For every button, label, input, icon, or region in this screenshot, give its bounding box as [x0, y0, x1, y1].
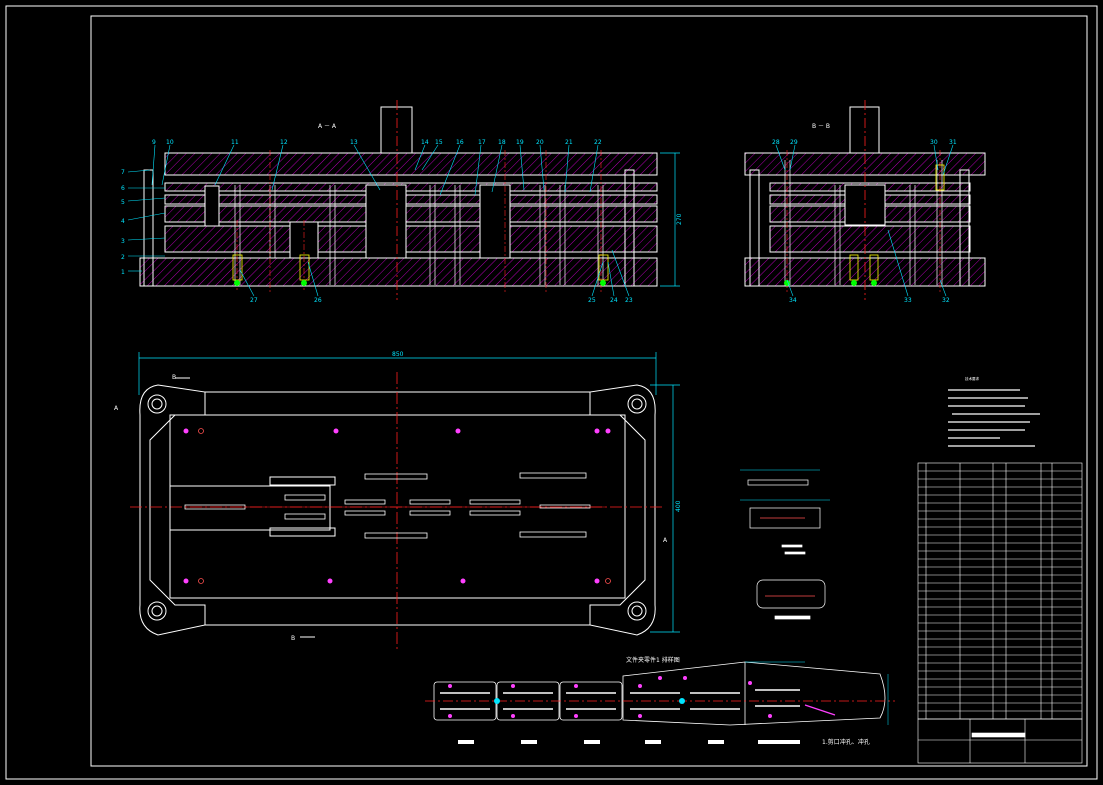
view-marker-a-left: A — [114, 405, 119, 412]
leader-number: 1 — [121, 269, 125, 276]
section-aa-label: A － A — [318, 123, 337, 130]
leader-number: 24 — [610, 297, 618, 304]
cad-drawing-canvas: A － A 270 7 6 5 4 3 2 1 9 10 11 12 13 14… — [5, 5, 1098, 780]
aa-left-leader-numbers: 7 6 5 4 3 2 1 — [121, 169, 125, 276]
tech-notes: 技术要求 — [948, 376, 1040, 447]
leader-number: 2 — [121, 254, 125, 261]
leader-number: 31 — [949, 139, 957, 146]
view-marker-b-top: B — [172, 374, 176, 381]
strip-layout-view: 文件夹零件1 排样图 1.剪口冲孔、冲孔 — [425, 656, 895, 746]
leader-number: 29 — [790, 139, 798, 146]
leader-number: 7 — [121, 169, 125, 176]
leader-number: 10 — [166, 139, 174, 146]
leader-number: 27 — [250, 297, 258, 304]
leader-number: 20 — [536, 139, 544, 146]
view-marker-b-bottom: B — [291, 635, 295, 642]
leader-number: 23 — [625, 297, 633, 304]
leader-number: 34 — [789, 297, 797, 304]
leader-number: 5 — [121, 199, 125, 206]
dim-section-height: 270 — [676, 213, 683, 225]
part-detail-views — [747, 479, 826, 620]
leader-number: 30 — [930, 139, 938, 146]
tech-notes-title: 技术要求 — [965, 376, 979, 381]
leader-number: 4 — [121, 218, 125, 225]
parts-list-table — [917, 462, 1083, 764]
section-bb-view: B － B 28 29 30 31 34 33 32 — [744, 100, 986, 304]
leader-number: 19 — [516, 139, 524, 146]
plan-view: 850 400 B A A B — [114, 351, 682, 650]
leader-number: 33 — [904, 297, 912, 304]
view-marker-a-right: A — [663, 537, 668, 544]
leader-number: 18 — [498, 139, 506, 146]
leader-number: 11 — [231, 139, 239, 146]
leader-number: 9 — [152, 139, 156, 146]
leader-number: 26 — [314, 297, 322, 304]
leader-number: 6 — [121, 185, 125, 192]
leader-number: 16 — [456, 139, 464, 146]
leader-number: 12 — [280, 139, 288, 146]
leader-number: 17 — [478, 139, 486, 146]
leader-number: 28 — [772, 139, 780, 146]
leader-number: 13 — [350, 139, 358, 146]
aa-bottom-leader-numbers: 27 26 25 24 23 — [250, 297, 633, 304]
dim-top-width: 850 — [392, 351, 404, 358]
inner-border — [90, 15, 1088, 767]
leader-number: 14 — [421, 139, 429, 146]
section-bb-label: B － B — [812, 123, 830, 130]
strip-title: 文件夹零件1 排样图 — [626, 656, 680, 664]
leader-number: 21 — [565, 139, 573, 146]
aa-top-leader-numbers: 9 10 11 12 13 14 15 16 17 18 19 20 21 22 — [152, 139, 602, 146]
dim-right-height: 400 — [675, 500, 682, 512]
strip-note: 1.剪口冲孔、冲孔 — [822, 738, 870, 746]
leader-number: 15 — [435, 139, 443, 146]
leader-number: 3 — [121, 238, 125, 245]
leader-number: 25 — [588, 297, 596, 304]
leader-number: 22 — [594, 139, 602, 146]
section-aa-view: A － A 270 7 6 5 4 3 2 1 9 10 11 12 13 14… — [121, 100, 683, 304]
leader-number: 32 — [942, 297, 950, 304]
